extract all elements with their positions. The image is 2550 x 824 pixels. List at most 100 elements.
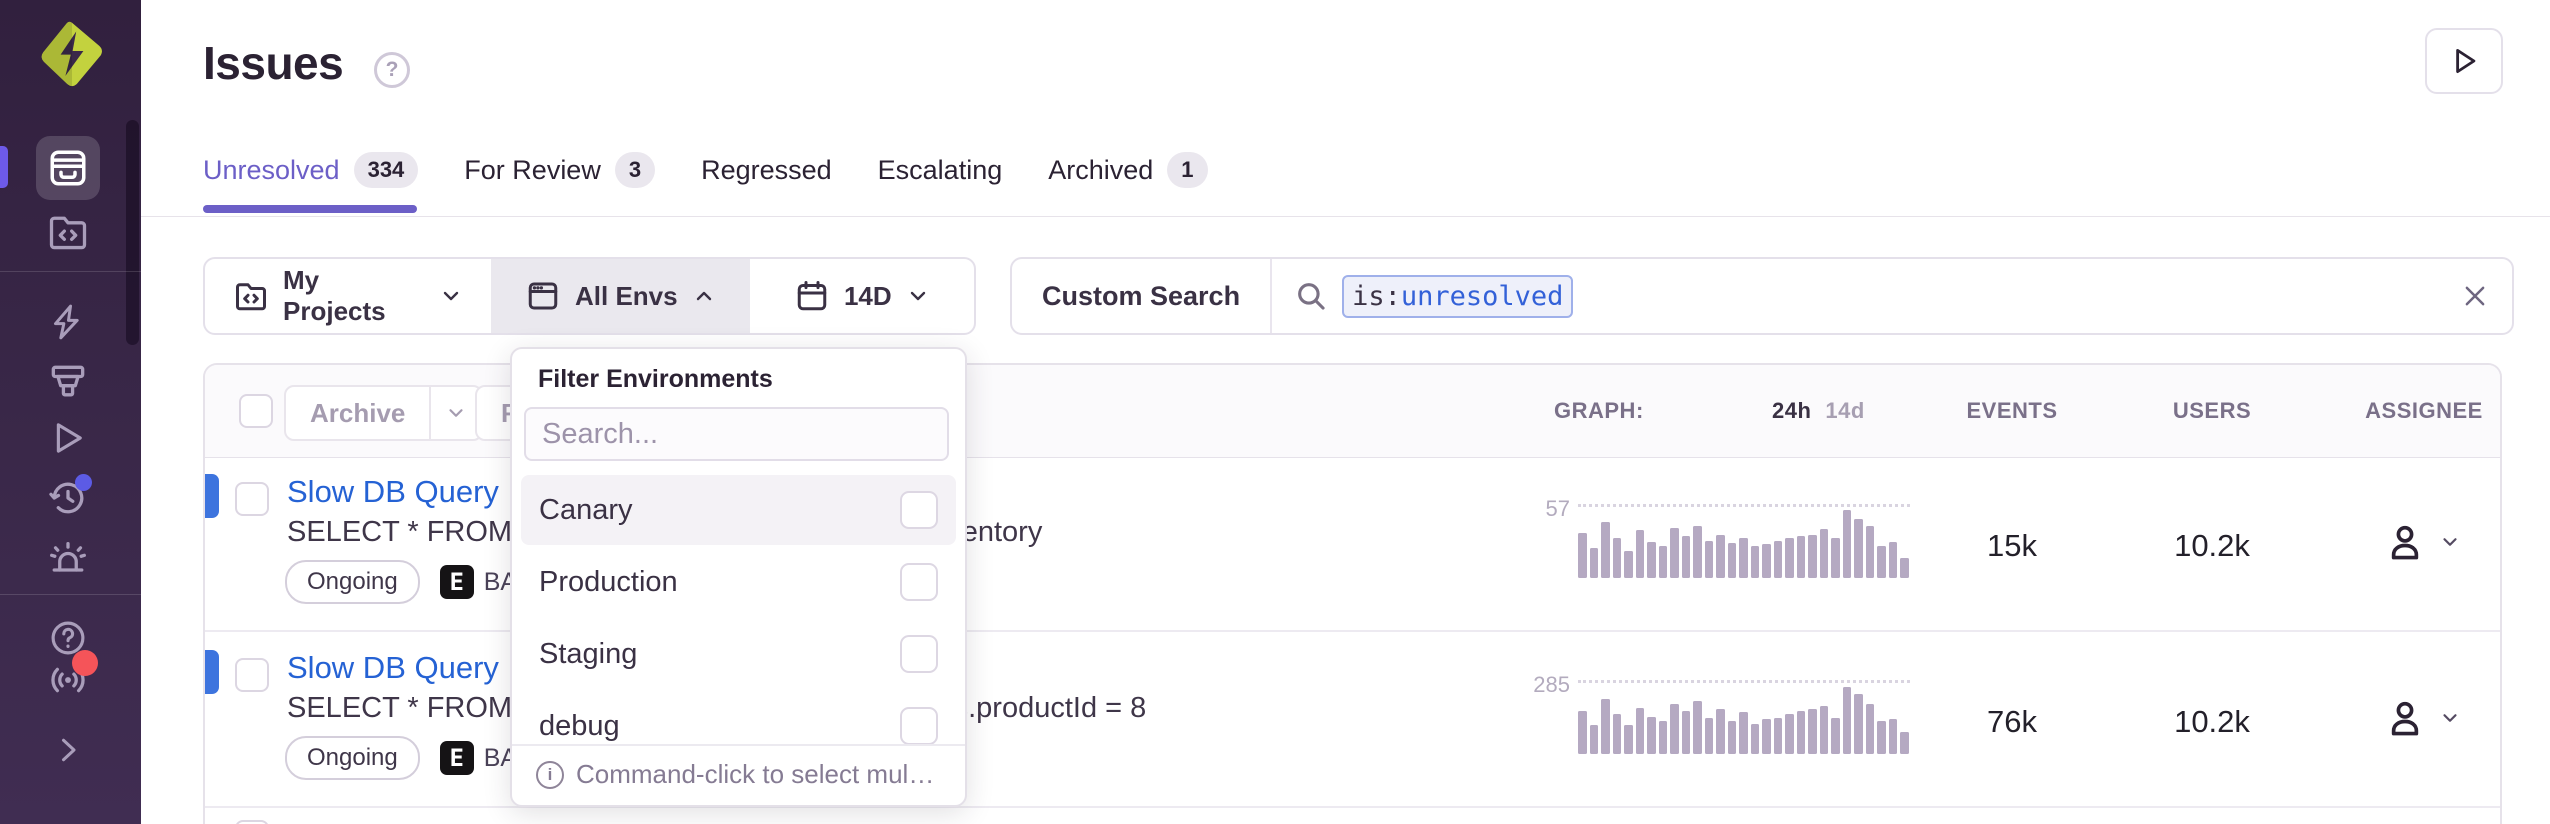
assignee-selector[interactable] [2383,520,2461,564]
replay-tour-button[interactable] [2425,28,2503,94]
status-badge[interactable]: Ongoing [285,560,420,604]
range-24h[interactable]: 24h [1772,398,1811,424]
user-icon [2383,520,2427,564]
assignee-selector[interactable] [2383,696,2461,740]
issue-title-link[interactable]: Slow DB Query [287,474,499,510]
issues-inbox-icon [47,147,89,189]
token-key: is: [1352,281,1401,312]
sidebar-item-whats-new[interactable] [36,648,100,712]
search-input[interactable]: is:unresolved [1272,275,2512,318]
sidebar-divider [0,271,141,272]
chevron-up-icon [692,284,716,308]
active-tab-underline [203,205,417,213]
archive-dropdown-chevron[interactable] [431,387,481,439]
archive-button-label[interactable]: Archive [286,387,429,439]
events-count: 15k [1942,528,2082,564]
graph-range-toggle: 24h 14d [1772,365,1865,457]
page-filter-bar: My Projects All Envs 14D [203,257,976,335]
search-token[interactable]: is:unresolved [1342,275,1573,318]
search-placeholder: Search... [542,418,658,451]
env-option-label: debug [539,710,620,743]
env-option-debug[interactable]: debug [521,691,956,761]
info-icon: i [536,761,564,789]
date-range-button[interactable]: 14D [750,259,974,333]
graph-column-header: GRAPH: [1554,365,1644,457]
sidebar-item-releases[interactable] [36,350,100,414]
sparkline-bars [1578,682,1910,754]
sidebar-item-projects[interactable] [36,200,100,264]
issue-tabs: Unresolved 334 For Review 3 Regressed Es… [203,152,1208,188]
tab-count-badge: 1 [1167,152,1207,188]
sidebar-item-performance[interactable] [36,290,100,354]
env-option-canary[interactable]: Canary [521,475,956,545]
sidebar [0,0,141,824]
search-icon [1294,279,1328,313]
issue-checkbox[interactable] [235,658,269,692]
sidebar-item-replays[interactable] [36,406,100,470]
folder-code-icon [233,278,269,314]
sidebar-divider [0,594,141,595]
tab-label: For Review [464,155,601,186]
issue-checkbox[interactable] [235,820,269,824]
env-option-label: Staging [539,638,637,671]
project-filter-button[interactable]: My Projects [205,259,491,333]
tab-regressed[interactable]: Regressed [701,155,832,186]
issue-row[interactable] [205,810,2500,824]
chevron-down-icon [2439,707,2461,729]
tab-label: Archived [1048,155,1153,186]
page-title: Issues [203,36,343,90]
chevron-down-icon [906,284,930,308]
tab-escalating[interactable]: Escalating [878,155,1003,186]
issue-checkbox[interactable] [235,482,269,516]
events-count: 76k [1942,704,2082,740]
sidebar-item-history[interactable] [36,466,100,530]
sentry-logo[interactable] [36,18,108,90]
range-14d[interactable]: 14d [1825,398,1864,424]
issue-search-bar: Custom Search is:unresolved [1010,257,2514,335]
title-help-icon[interactable]: ? [374,52,410,88]
dropdown-footer-divider [512,744,965,746]
custom-search-button[interactable]: Custom Search [1012,281,1270,312]
env-option-label: Production [539,566,678,599]
env-option-checkbox[interactable] [900,707,938,745]
play-outline-icon [47,417,89,459]
sidebar-item-issues[interactable] [36,136,100,200]
sidebar-item-alerts[interactable] [36,527,100,591]
clear-search-icon[interactable] [2460,281,2490,311]
sidebar-scrollbar[interactable] [126,120,139,345]
events-column-header: EVENTS [1942,365,2082,457]
platform-icon: E [440,741,474,775]
project-filter-label: My Projects [283,265,425,327]
users-column-header: USERS [2142,365,2282,457]
tab-for-review[interactable]: For Review 3 [464,152,655,188]
status-badge[interactable]: Ongoing [285,736,420,780]
tab-unresolved[interactable]: Unresolved 334 [203,152,418,188]
window-icon [525,278,561,314]
dropdown-title: Filter Environments [538,365,773,394]
sidebar-collapse-button[interactable] [36,718,100,782]
environment-search-input[interactable]: Search... [524,407,949,461]
graph-peak-label: 57 [1546,496,1570,522]
env-option-checkbox[interactable] [900,635,938,673]
users-count: 10.2k [2142,528,2282,564]
folder-code-icon [46,210,90,254]
environment-filter-button[interactable]: All Envs [491,259,750,333]
env-option-checkbox[interactable] [900,563,938,601]
issue-level-bar [205,650,219,694]
assignee-column-header: ASSIGNEE [2349,365,2499,457]
env-option-checkbox[interactable] [900,491,938,529]
play-icon [2447,44,2481,78]
select-all-checkbox[interactable] [239,394,273,428]
env-option-staging[interactable]: Staging [521,619,956,689]
users-count: 10.2k [2142,704,2282,740]
tab-label: Regressed [701,155,832,186]
chevron-right-icon [50,732,86,768]
issue-title-link[interactable]: Slow DB Query [287,650,499,686]
issues-page: Issues ? Unresolved 334 For Review 3 Reg… [0,0,2550,824]
footer-hint-text: Command-click to select multi… [576,759,941,790]
tab-archived[interactable]: Archived 1 [1048,152,1207,188]
lightning-icon [48,302,88,342]
archive-split-button[interactable]: Archive [284,385,483,441]
env-option-production[interactable]: Production [521,547,956,617]
environment-filter-label: All Envs [575,281,678,312]
